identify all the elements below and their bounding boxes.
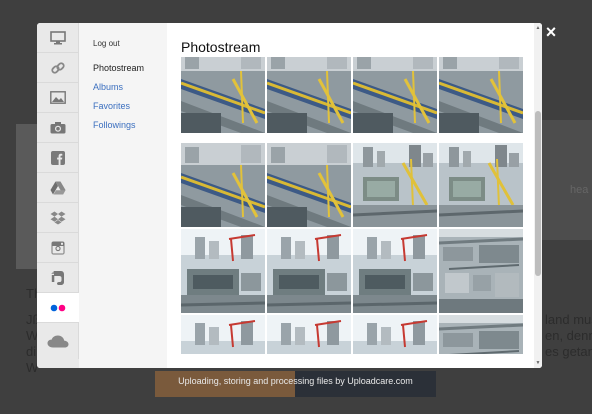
photo-thumbnail[interactable] — [353, 57, 437, 133]
file-picker-dialog: Log out Photostream Albums Favorites Fol… — [37, 23, 542, 368]
photo-thumbnail[interactable] — [439, 57, 523, 133]
nav-albums[interactable]: Albums — [93, 82, 123, 92]
scrollbar-thumb[interactable] — [535, 111, 541, 276]
photo-thumbnail[interactable] — [353, 143, 437, 227]
scrollbar[interactable]: ▲ ▼ — [534, 23, 542, 368]
dropbox-icon[interactable] — [37, 203, 79, 233]
close-button[interactable]: × — [543, 23, 559, 41]
photo-thumbnail[interactable] — [353, 229, 437, 313]
background-text: land mus — [545, 312, 592, 327]
photo-thumbnail[interactable] — [353, 315, 437, 354]
photo-thumbnail[interactable] — [267, 315, 351, 354]
photo-thumbnail[interactable] — [267, 57, 351, 133]
photo-row — [181, 315, 523, 354]
background-text: hea — [570, 184, 589, 196]
photo-row — [181, 229, 523, 313]
photo-thumbnail[interactable] — [181, 315, 265, 354]
cloud-icon[interactable] — [37, 323, 79, 359]
photo-thumbnail[interactable] — [439, 315, 523, 354]
photo-browser: Photostream ▲ ▼ — [167, 23, 542, 368]
photo-thumbnail[interactable] — [181, 57, 265, 133]
photo-row — [181, 57, 523, 133]
source-sidebar — [37, 23, 79, 368]
evernote-icon[interactable] — [37, 263, 79, 293]
computer-icon[interactable] — [37, 23, 79, 53]
scroll-up-icon[interactable]: ▲ — [535, 25, 541, 31]
photo-thumbnail[interactable] — [439, 229, 523, 313]
background-text: di — [26, 344, 37, 359]
logout-link[interactable]: Log out — [93, 39, 120, 48]
source-menu: Log out Photostream Albums Favorites Fol… — [79, 23, 167, 368]
nav-favorites[interactable]: Favorites — [93, 101, 130, 111]
nav-photostream[interactable]: Photostream — [93, 63, 144, 73]
background-text: en, denn — [545, 328, 592, 343]
photo-thumbnail[interactable] — [267, 229, 351, 313]
drive-icon[interactable] — [37, 173, 79, 203]
camera-icon[interactable] — [37, 113, 79, 143]
facebook-icon[interactable] — [37, 143, 79, 173]
photo-thumbnail[interactable] — [439, 143, 523, 227]
photo-row — [181, 143, 523, 227]
powered-by-note: Uploading, storing and processing files … — [178, 376, 413, 386]
photo-thumbnail[interactable] — [181, 143, 265, 227]
instagram-icon[interactable] — [37, 233, 79, 263]
background-text: es getan — [545, 344, 592, 359]
scroll-down-icon[interactable]: ▼ — [535, 360, 541, 366]
image-icon[interactable] — [37, 83, 79, 113]
nav-followings[interactable]: Followings — [93, 120, 136, 130]
photo-thumbnail[interactable] — [181, 229, 265, 313]
photo-thumbnail[interactable] — [267, 143, 351, 227]
flickr-icon[interactable] — [37, 293, 79, 323]
page-title: Photostream — [181, 39, 261, 55]
background-card-right — [540, 120, 592, 240]
photo-grid — [181, 57, 525, 354]
link-icon[interactable] — [37, 53, 79, 83]
